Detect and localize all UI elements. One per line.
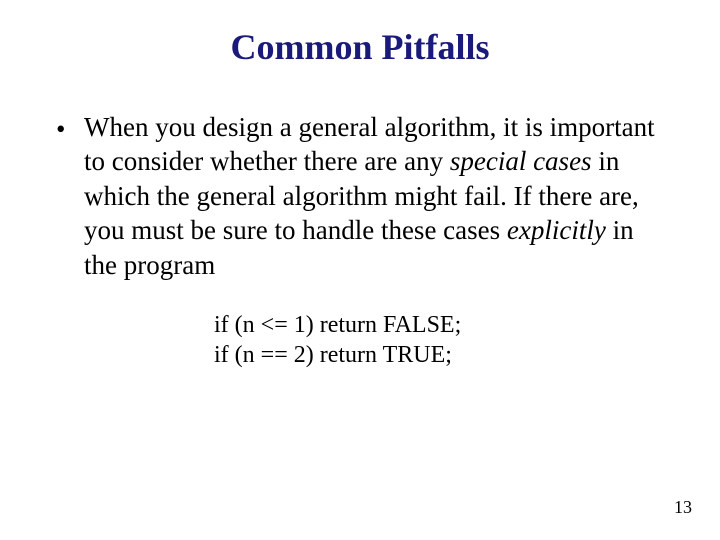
bullet-text: When you design a general algorithm, it …	[84, 110, 666, 283]
bullet-dot: •	[54, 110, 84, 147]
slide-title: Common Pitfalls	[54, 28, 666, 68]
bullet-text-italic-2: explicitly	[507, 215, 606, 245]
bullet-item: • When you design a general algorithm, i…	[54, 110, 666, 283]
code-line-1: if (n <= 1) return FALSE;	[214, 310, 666, 340]
page-number: 13	[674, 497, 692, 518]
bullet-text-italic-1: special cases	[450, 146, 592, 176]
code-line-2: if (n == 2) return TRUE;	[214, 340, 666, 370]
code-block: if (n <= 1) return FALSE; if (n == 2) re…	[214, 310, 666, 370]
slide: Common Pitfalls • When you design a gene…	[0, 0, 720, 540]
